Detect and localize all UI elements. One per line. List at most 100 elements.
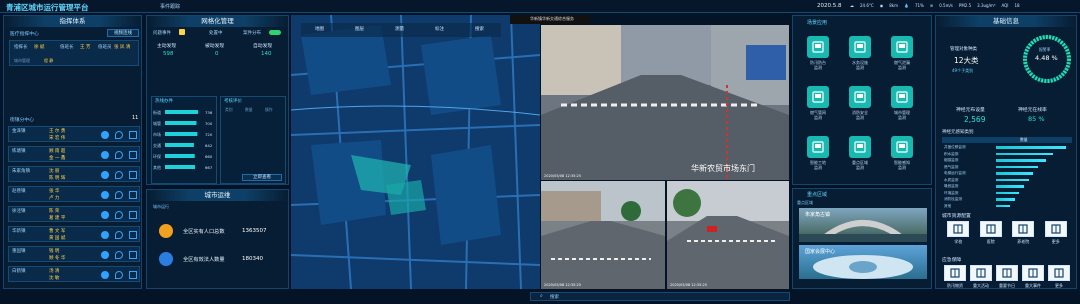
share-icon[interactable] — [129, 191, 137, 199]
ops-subtitle: 城市运行 — [153, 204, 169, 209]
unit-person-1: 沈 丽 — [49, 169, 60, 174]
map-tool-mark[interactable]: 标注 — [435, 26, 444, 32]
share-icon[interactable] — [129, 151, 137, 159]
scene-tile[interactable] — [849, 36, 871, 58]
facility-button[interactable] — [996, 265, 1018, 281]
unit-person-2: 葛 建 平 — [49, 216, 66, 221]
neuron-list-header-label: 数量 — [1020, 137, 1028, 142]
person-icon[interactable] — [101, 171, 109, 179]
resource-button[interactable] — [979, 221, 1002, 237]
main-camera[interactable]: 华新农贸市场东门 2020/05/08 12:35:25 — [541, 25, 789, 180]
city-map[interactable]: 地图 图层 测量 标注 搜索 — [291, 15, 540, 289]
unit-row[interactable]: 金泽镇 王 尔 勇宋 宏 伟 — [8, 126, 140, 142]
hotline-bar-chart: 街道 736 城管 700 市场 720 交通 642 环保 660 其他 667 — [153, 109, 213, 170]
person-icon[interactable] — [101, 211, 109, 219]
distribution-toggle[interactable] — [269, 30, 281, 35]
grid-tab-distribution[interactable]: 案件分布 — [243, 30, 261, 36]
hotline-label: 交通 — [153, 142, 161, 148]
unit-person-2: 陈 明 辉 — [49, 176, 66, 181]
map-tool-layers[interactable]: 地图 — [315, 26, 324, 32]
facility-button[interactable] — [970, 265, 992, 281]
unit-row[interactable]: 白鹤镇 汤 清沈 敏 — [8, 266, 140, 282]
units-count: 11 — [132, 115, 139, 121]
location-icon[interactable] — [115, 231, 123, 239]
resource-button[interactable] — [1044, 221, 1067, 237]
scene-tile[interactable] — [891, 86, 913, 108]
camera-2[interactable]: 2020/05/08 12:35:25 — [541, 181, 665, 289]
unit-row[interactable]: 赵巷镇 张 华卢 力 — [8, 186, 140, 202]
facility-button[interactable] — [1048, 265, 1070, 281]
location-icon[interactable] — [115, 211, 123, 219]
map-tool-layer[interactable]: 图层 — [355, 26, 364, 32]
map-tool-search[interactable]: 搜索 — [475, 26, 484, 32]
grid-tab-processing[interactable]: 处置中 — [209, 30, 223, 36]
resource-button[interactable] — [947, 221, 970, 237]
event-tracking-label[interactable]: 事件跟踪 — [160, 3, 180, 10]
scene-tile[interactable] — [891, 136, 913, 158]
share-icon[interactable] — [129, 251, 137, 259]
facility-button[interactable] — [1022, 265, 1044, 281]
hotline-value: 660 — [205, 154, 213, 159]
location-icon[interactable] — [115, 251, 123, 259]
share-icon[interactable] — [129, 231, 137, 239]
share-icon[interactable] — [129, 171, 137, 179]
share-icon[interactable] — [129, 211, 137, 219]
scene-tile[interactable] — [891, 36, 913, 58]
person-icon[interactable] — [101, 151, 109, 159]
search-icon[interactable]: ⌕ — [540, 293, 543, 299]
map-tool-measure[interactable]: 测量 — [395, 26, 404, 32]
facility-icon — [1002, 268, 1012, 278]
scene-icon — [896, 91, 908, 103]
resource-button[interactable] — [1012, 221, 1035, 237]
hotline-bar — [165, 110, 199, 114]
person-icon[interactable] — [101, 271, 109, 279]
location-icon[interactable] — [115, 131, 123, 139]
unit-row[interactable]: 华新镇 曹 文 军黄 国 斌 — [8, 226, 140, 242]
unit-row[interactable]: 练塘镇 顾 雨 超金 一 鑫 — [8, 146, 140, 162]
bottom-search-input[interactable]: 搜索 — [550, 294, 559, 300]
neuron-rate-label: 神经元在线率 — [1018, 108, 1047, 113]
facility-button[interactable] — [944, 265, 966, 281]
camera-3[interactable]: 2020/05/08 12:35:25 — [667, 181, 789, 289]
duty-lead-name: 王 芳 — [80, 45, 91, 50]
location-icon[interactable] — [115, 271, 123, 279]
scene-tile[interactable] — [807, 136, 829, 158]
resources-title: 城市资源配置 — [942, 214, 971, 219]
hotline-bar — [165, 143, 194, 147]
camera-3-timestamp: 2020/05/08 12:35:25 — [670, 283, 708, 287]
share-icon[interactable] — [129, 271, 137, 279]
key-area-zhujiajiao[interactable]: 朱家角古镇 — [799, 208, 927, 242]
share-icon[interactable] — [129, 131, 137, 139]
scene-label: 智能感知 监测 — [894, 160, 910, 170]
scene-icon — [812, 141, 824, 153]
neuron-item-bar — [996, 172, 1034, 175]
scene-label: 城市管理 监测 — [894, 110, 910, 120]
key-area-expo[interactable]: 国家会展中心 — [799, 245, 927, 279]
facility-icon — [976, 268, 986, 278]
resource-icon — [953, 224, 963, 234]
person-icon[interactable] — [101, 191, 109, 199]
location-icon[interactable] — [115, 191, 123, 199]
resource-label: 养老院 — [1017, 239, 1030, 244]
video-call-button[interactable]: 视频连线 — [107, 29, 139, 37]
facility-label: 重大事件 — [1025, 283, 1041, 288]
location-icon[interactable] — [115, 171, 123, 179]
unit-row[interactable]: 徐泾镇 陈 荣葛 建 平 — [8, 206, 140, 222]
scene-tile[interactable] — [807, 36, 829, 58]
unit-name: 重固镇 — [12, 249, 26, 254]
ops-panel: 城市运维 城市运行 全区实有人口总数 1363507 全区有效法人数量 1803… — [146, 189, 289, 289]
unit-row[interactable]: 朱家角镇 沈 丽陈 明 辉 — [8, 166, 140, 182]
view-now-button[interactable]: 立即查看 — [242, 174, 282, 181]
person-icon[interactable] — [101, 231, 109, 239]
person-icon[interactable] — [101, 131, 109, 139]
scene-tile[interactable] — [807, 86, 829, 108]
scene-tile[interactable] — [849, 86, 871, 108]
location-icon[interactable] — [115, 151, 123, 159]
person-icon[interactable] — [101, 251, 109, 259]
duty-staff-name: 张 凤 清 — [114, 45, 131, 50]
resource-label: 医院 — [986, 239, 995, 244]
gauge-label: 报警率 — [1039, 47, 1051, 52]
unit-row[interactable]: 重固镇 钱 明顾 冬 华 — [8, 246, 140, 262]
scene-tile[interactable] — [849, 136, 871, 158]
grid-tab-events[interactable]: 问题事件 — [153, 30, 171, 36]
